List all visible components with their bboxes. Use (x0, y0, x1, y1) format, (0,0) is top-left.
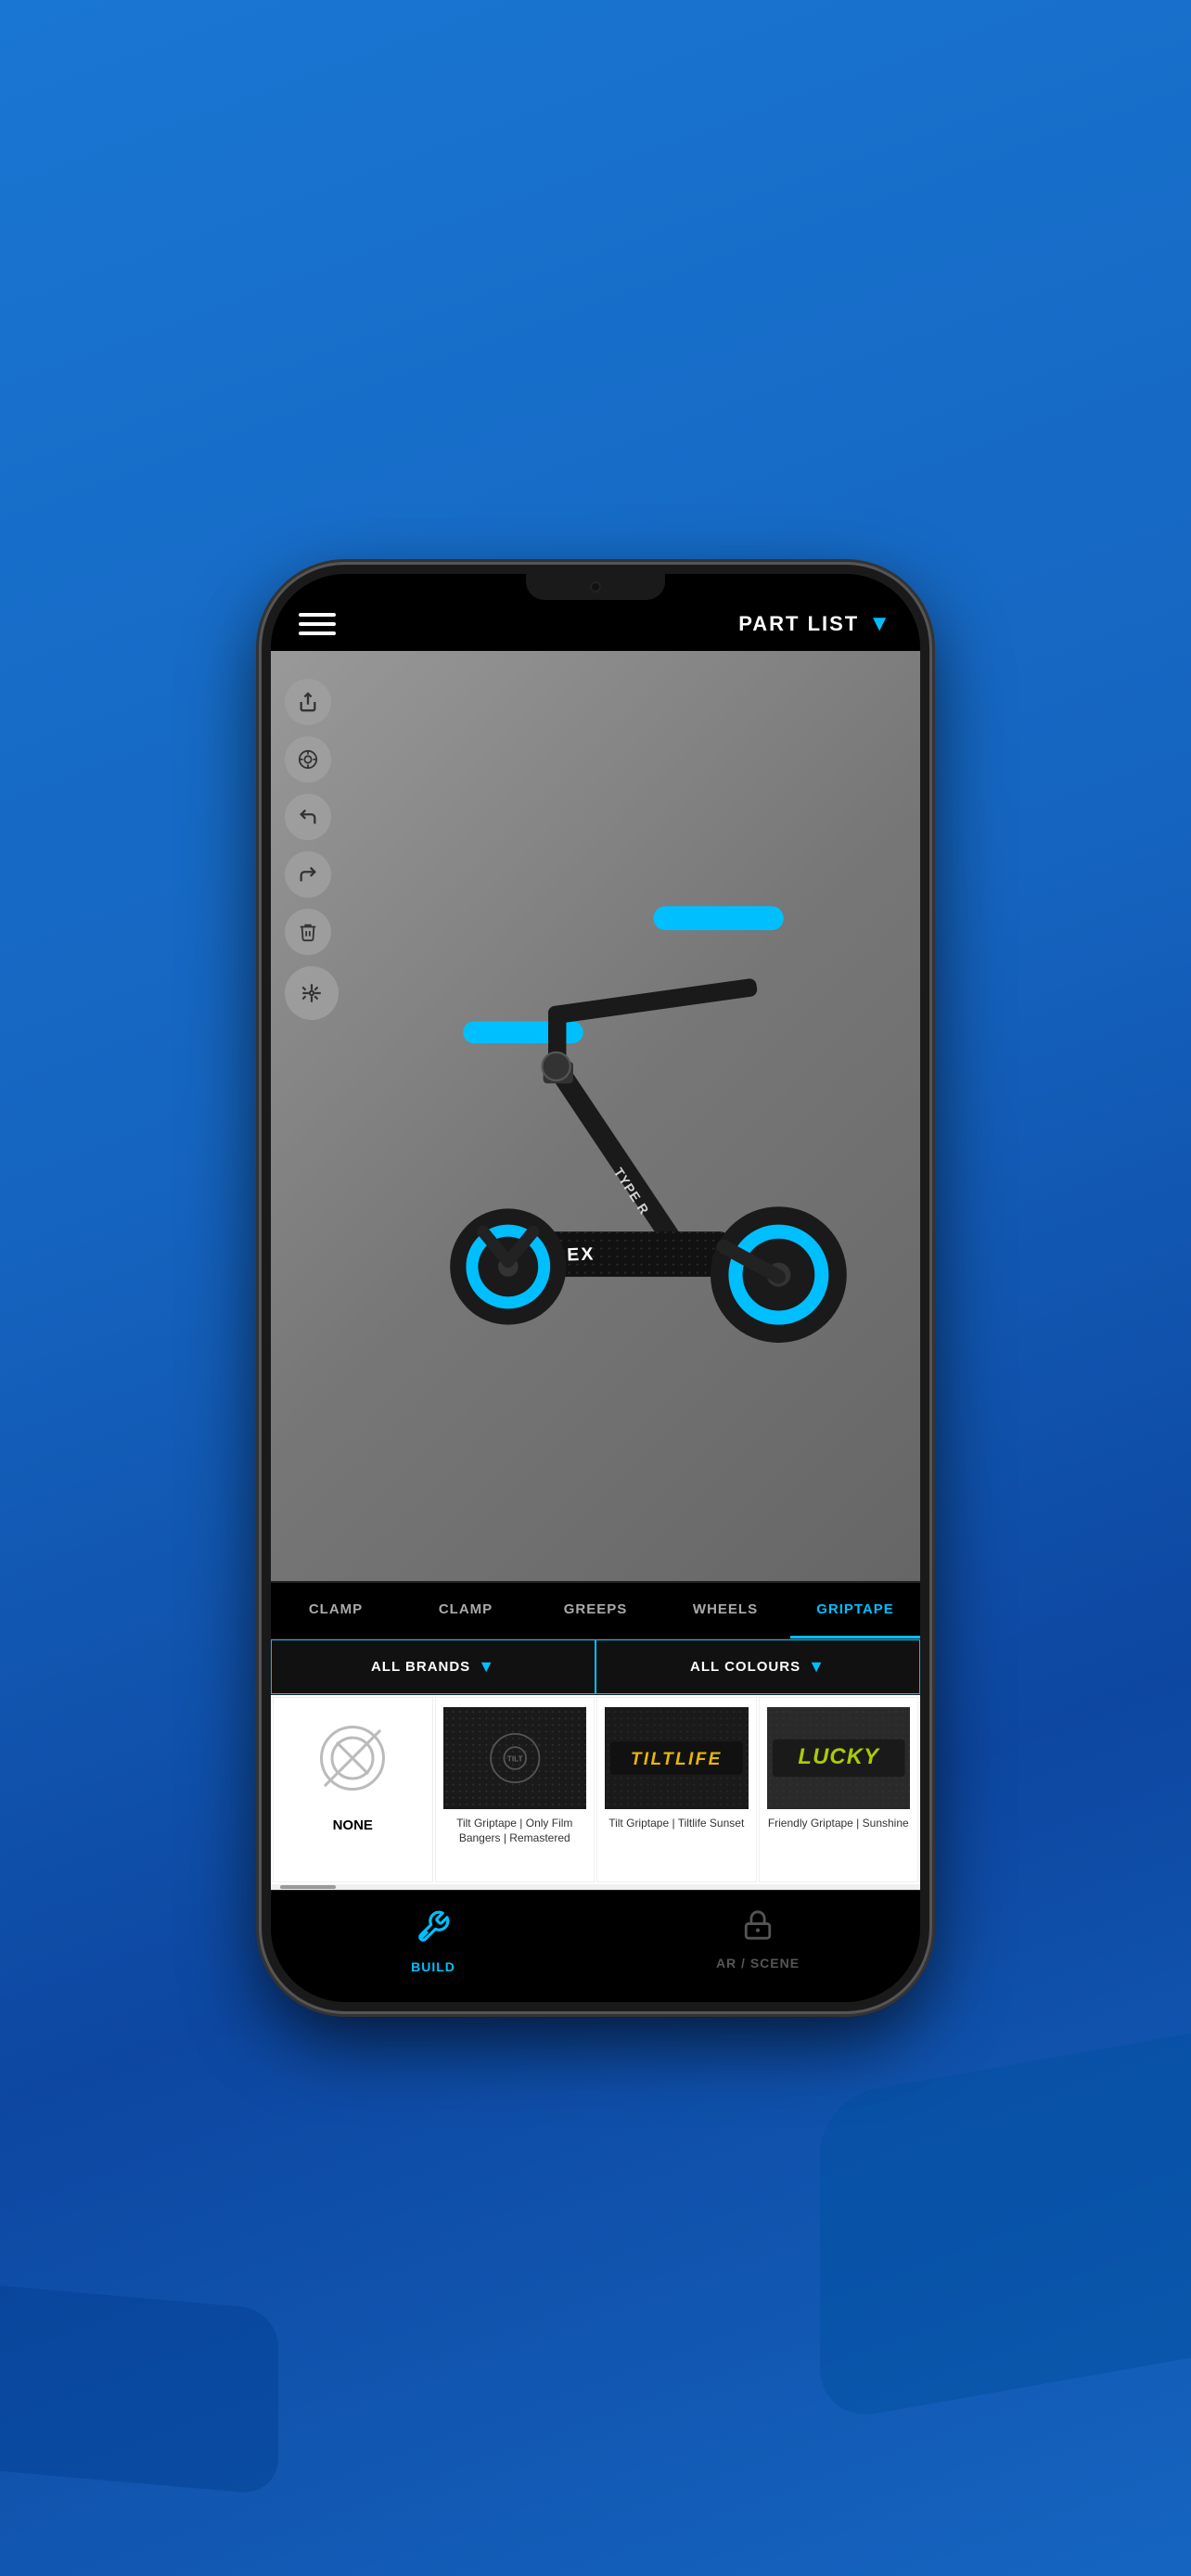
undo-button[interactable] (285, 794, 331, 840)
part-list-label: PART LIST (738, 612, 859, 636)
tab-griptape[interactable]: GRIPTAPE (790, 1583, 920, 1639)
notch-camera (590, 581, 601, 593)
viewer-area: APEX (271, 651, 920, 1581)
delete-button[interactable] (285, 909, 331, 955)
part-list-chevron: ▼ (868, 611, 892, 637)
colours-label: ALL COLOURS (690, 1659, 800, 1675)
page-wrapper: PART LIST ▼ (0, 0, 1191, 2576)
product-tilt-sunset-name: Tilt Griptape | Tiltlife Sunset (608, 1817, 744, 1831)
ar-scene-label: AR / SCENE (716, 1956, 800, 1970)
product-friendly-image: LUCKY (767, 1707, 911, 1809)
scale-button[interactable] (285, 966, 339, 1020)
brands-label: ALL BRANDS (371, 1659, 470, 1675)
product-tilt-bangers-image: TILT (443, 1707, 587, 1809)
friendly-logo: LUCKY (767, 1707, 911, 1809)
tilt-bangers-display: TILT (443, 1707, 587, 1809)
product-card-tilt-bangers[interactable]: TILT Tilt Griptape | Only Film Bangers |… (435, 1697, 596, 1882)
tab-wheels[interactable]: WHEELS (660, 1583, 790, 1639)
tiltlife-logo: TILTLIFE (605, 1707, 749, 1809)
tab-clamp1[interactable]: CLAMP (271, 1583, 401, 1639)
phone-frame: PART LIST ▼ (262, 565, 929, 2011)
products-grid: NONE (271, 1695, 920, 1884)
hamburger-line-3 (299, 631, 336, 635)
phone-screen: PART LIST ▼ (271, 574, 920, 2002)
target-button[interactable] (285, 736, 331, 783)
colours-chevron: ▼ (808, 1657, 826, 1677)
hamburger-line-1 (299, 613, 336, 617)
nav-build[interactable]: BUILD (271, 1905, 596, 1979)
tab-greeps[interactable]: GREEPS (531, 1583, 660, 1639)
brands-chevron: ▼ (478, 1657, 495, 1677)
part-list-button[interactable]: PART LIST ▼ (738, 611, 892, 637)
tab-clamp2[interactable]: CLAMP (401, 1583, 531, 1639)
product-card-none[interactable]: NONE (273, 1697, 433, 1882)
bottom-nav: BUILD AR / SCENE (271, 1890, 920, 2002)
product-friendly-name: Friendly Griptape | Sunshine (768, 1817, 909, 1831)
lock-icon (742, 1909, 774, 1948)
svg-text:LUCKY: LUCKY (798, 1744, 880, 1769)
colours-filter-button[interactable]: ALL COLOURS ▼ (596, 1639, 920, 1694)
filter-row: ALL BRANDS ▼ ALL COLOURS ▼ (271, 1639, 920, 1695)
parts-tabs: CLAMP CLAMP GREEPS WHEELS GRIPTAPE (271, 1581, 920, 1639)
hamburger-line-2 (299, 622, 336, 626)
left-toolbar (285, 679, 339, 1020)
build-label: BUILD (411, 1959, 455, 1974)
menu-icon[interactable] (299, 613, 336, 635)
scroll-bar (280, 1885, 336, 1889)
product-tilt-bangers-name: Tilt Griptape | Only Film Bangers | Rema… (443, 1817, 587, 1845)
product-tilt-sunset-image: TILTLIFE (605, 1707, 749, 1809)
scooter-svg: APEX (373, 857, 874, 1376)
product-none-image (281, 1707, 425, 1809)
scooter-image: APEX (345, 670, 902, 1562)
svg-text:TILT: TILT (506, 1754, 522, 1764)
nav-ar-scene[interactable]: AR / SCENE (596, 1905, 920, 1979)
build-icon (416, 1909, 451, 1952)
redo-button[interactable] (285, 851, 331, 898)
svg-text:TILTLIFE: TILTLIFE (631, 1750, 723, 1769)
none-icon (320, 1726, 385, 1791)
product-none-name: NONE (333, 1817, 373, 1835)
share-button[interactable] (285, 679, 331, 725)
product-card-tilt-sunset[interactable]: TILTLIFE Tilt Griptape | Tiltlife Sunset (596, 1697, 757, 1882)
product-card-friendly[interactable]: LUCKY Friendly Griptape | Sunshine (759, 1697, 919, 1882)
brands-filter-button[interactable]: ALL BRANDS ▼ (271, 1639, 596, 1694)
viewer-bg: APEX (271, 651, 920, 1581)
notch (526, 574, 665, 600)
